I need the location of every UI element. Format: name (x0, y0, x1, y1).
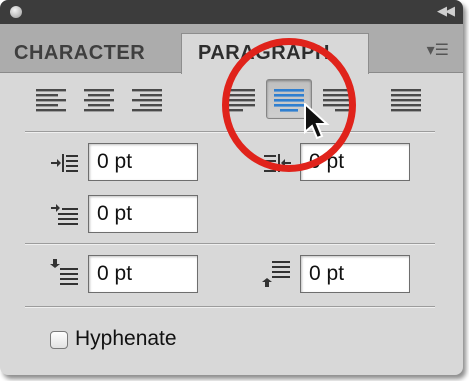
divider (25, 243, 435, 245)
justify-all-icon (391, 89, 421, 112)
align-right-button[interactable] (124, 80, 168, 118)
panel-tab-bar: CHARACTER PARAGRAPH ▾☰ (0, 24, 463, 74)
align-center-icon (84, 89, 114, 112)
close-panel-icon[interactable] (10, 6, 22, 18)
hyphenate-checkbox[interactable] (50, 331, 68, 349)
space-before-icon (50, 258, 80, 288)
hyphenate-label[interactable]: Hyphenate (75, 327, 177, 351)
mouse-pointer-icon (304, 103, 330, 140)
justify-all-button[interactable] (384, 80, 428, 118)
align-left-icon (36, 89, 66, 112)
tab-character[interactable]: CHARACTER (14, 34, 145, 72)
panel-menu-icon[interactable]: ▾☰ (427, 40, 449, 60)
left-indent-icon (50, 148, 80, 178)
paragraph-panel: ◀◀ CHARACTER PARAGRAPH ▾☰ 0 pt 0 pt 0 pt… (0, 0, 463, 375)
first-line-indent-icon (50, 201, 80, 231)
left-indent-field[interactable]: 0 pt (88, 143, 198, 181)
divider (25, 306, 435, 308)
panel-titlebar[interactable]: ◀◀ (0, 0, 463, 24)
first-line-indent-field[interactable]: 0 pt (88, 195, 198, 233)
align-right-icon (132, 89, 162, 112)
align-center-button[interactable] (77, 80, 121, 118)
space-after-field[interactable]: 0 pt (300, 255, 410, 293)
space-after-icon (262, 258, 292, 288)
align-left-button[interactable] (30, 80, 74, 118)
highlight-circle (222, 38, 356, 172)
collapse-panel-icon[interactable]: ◀◀ (437, 3, 455, 19)
space-before-field[interactable]: 0 pt (88, 255, 198, 293)
